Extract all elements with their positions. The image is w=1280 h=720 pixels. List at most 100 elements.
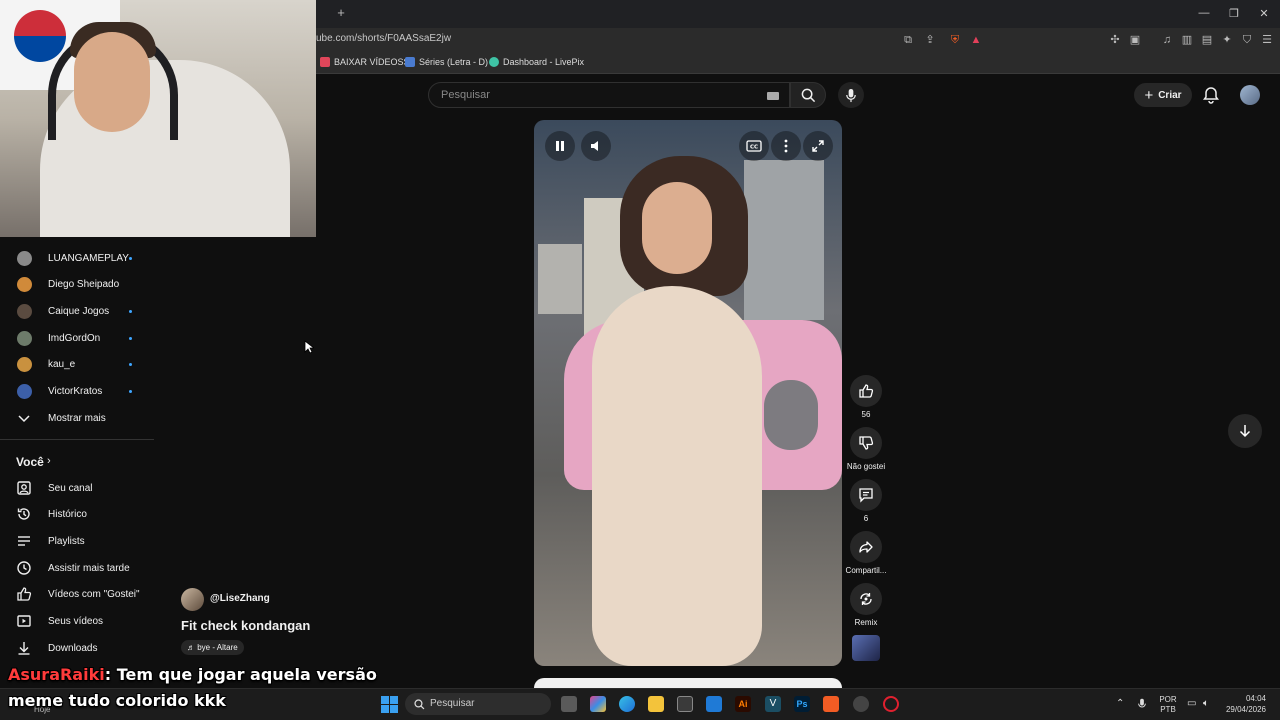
url-text[interactable]: ube.com/shorts/F0AASsaE2jw — [316, 33, 451, 44]
sidebar-item-diego-sheipado[interactable]: Diego Sheipado — [0, 271, 154, 297]
like-button[interactable] — [850, 375, 882, 407]
chevron-up-icon[interactable]: ⌃ — [1116, 698, 1124, 709]
sidebar-item-kau-e[interactable]: kau_e — [0, 351, 154, 377]
tab-search-icon[interactable]: ▣ — [1128, 33, 1142, 47]
brave-rewards-icon[interactable]: ▲ — [969, 33, 983, 47]
media-icon[interactable]: ♫ — [1160, 33, 1174, 47]
keyboard-layout-indicator[interactable]: PTB — [1157, 705, 1179, 714]
sound-thumbnail[interactable] — [852, 635, 880, 661]
channel-avatar — [17, 276, 32, 292]
close-window-button[interactable]: ✕ — [1257, 7, 1271, 20]
chevron-right-icon[interactable]: › — [47, 455, 51, 467]
maximize-button[interactable]: ❐ — [1227, 7, 1241, 20]
channel-avatar[interactable] — [181, 588, 204, 611]
show-more-button[interactable]: Mostrar mais — [0, 405, 154, 431]
network-icon[interactable]: ▭ — [1187, 698, 1196, 709]
task-view-icon[interactable] — [561, 696, 577, 712]
sidebar-item-playlists[interactable]: Playlists — [0, 528, 154, 554]
share-page-icon[interactable]: ⇪ — [923, 33, 937, 47]
expand-icon — [812, 140, 824, 152]
chevron-down-icon — [18, 415, 30, 423]
search-icon — [801, 88, 815, 102]
sidebar-item-your-videos[interactable]: Seus vídeos — [0, 608, 154, 634]
sidebar-item-luangameplay[interactable]: LUANGAMEPLAY — [0, 245, 154, 271]
comments-button[interactable] — [850, 479, 882, 511]
language-indicator[interactable]: POR — [1157, 695, 1179, 704]
sidebar-item-liked-videos[interactable]: Vídeos com "Gostei" — [0, 581, 154, 607]
sidebar-item-your-channel[interactable]: Seu canal — [0, 475, 154, 501]
new-tab-button[interactable]: + — [334, 6, 348, 20]
channel-name[interactable]: @LiseZhang — [210, 593, 270, 604]
volume-button[interactable] — [581, 131, 611, 161]
captions-icon: CC — [746, 140, 762, 152]
download-icon — [18, 642, 30, 655]
sidebar-item-history[interactable]: Histórico — [0, 501, 154, 527]
short-video-player[interactable]: CC — [534, 120, 842, 666]
notifications-icon[interactable] — [1202, 86, 1220, 104]
channel-icon — [17, 481, 31, 495]
channel-avatar — [17, 383, 32, 399]
history-icon — [17, 508, 30, 520]
minimize-button[interactable]: — — [1197, 7, 1211, 19]
search-input[interactable]: Pesquisar — [428, 82, 790, 108]
file-explorer-icon[interactable] — [648, 696, 664, 712]
menu-icon[interactable]: ☰ — [1260, 33, 1274, 47]
sidebar-item-caique-jogos[interactable]: Caique Jogos — [0, 298, 154, 324]
illustrator-icon[interactable]: Ai — [735, 696, 751, 712]
clock-date[interactable]: 29/04/2026 — [1220, 705, 1266, 714]
vpn-icon[interactable]: ⛉ — [1240, 33, 1254, 47]
brave-shield-icon[interactable]: ⛨ — [948, 33, 962, 47]
fullscreen-button[interactable] — [803, 131, 833, 161]
person-face — [642, 182, 712, 274]
remix-button[interactable] — [850, 583, 882, 615]
webcam-overlay — [0, 0, 316, 237]
volume-icon[interactable]: 🔈︎ — [1203, 698, 1209, 709]
clock-time[interactable]: 04:04 — [1220, 694, 1266, 703]
brave-icon[interactable] — [823, 696, 839, 712]
share-icon — [859, 541, 873, 553]
wallet-icon[interactable]: ▤ — [1200, 33, 1214, 47]
more-options-button[interactable] — [771, 131, 801, 161]
sidebar-item-watch-later[interactable]: Assistir mais tarde — [0, 555, 154, 581]
opera-gx-icon[interactable] — [883, 696, 899, 712]
watch-later-icon — [17, 561, 31, 575]
streamer-face — [74, 32, 150, 132]
mail-icon[interactable] — [706, 696, 722, 712]
sidebar-toggle-icon[interactable]: ▥ — [1180, 33, 1194, 47]
bookmark-baixar-videos[interactable]: BAIXAR VÍDEOSS — [320, 57, 410, 67]
sidebar-item-downloads[interactable]: Downloads — [0, 635, 154, 661]
copilot-icon[interactable] — [590, 696, 606, 712]
new-content-dot — [129, 336, 132, 340]
pause-icon — [556, 141, 564, 151]
taskbar-search[interactable] — [405, 693, 551, 715]
leo-ai-icon[interactable]: ✦ — [1220, 33, 1234, 47]
sidebar-item-victorkratos[interactable]: VictorKratos — [0, 378, 154, 404]
bookmark-icon — [489, 57, 499, 67]
sidebar-item-imdgordon[interactable]: ImdGordOn — [0, 325, 154, 351]
dislike-button[interactable] — [850, 427, 882, 459]
obs-icon[interactable] — [853, 696, 869, 712]
create-button[interactable]: + Criar — [1134, 83, 1192, 107]
windows-start-icon[interactable] — [381, 696, 398, 713]
keyboard-icon[interactable] — [767, 92, 779, 100]
sound-link[interactable]: ♬ bye - Altare — [181, 640, 244, 655]
mic-icon[interactable] — [1137, 698, 1147, 710]
edge-icon[interactable] — [619, 696, 635, 712]
store-icon[interactable] — [677, 696, 693, 712]
extensions-icon[interactable]: ✣ — [1108, 33, 1122, 47]
account-avatar[interactable] — [1240, 85, 1260, 105]
your-videos-icon — [17, 615, 31, 627]
you-section-title[interactable]: Você — [16, 455, 44, 469]
photoshop-icon[interactable]: Ps — [794, 696, 810, 712]
voice-search-button[interactable] — [838, 82, 864, 108]
bookmark-icon — [405, 57, 415, 67]
bookmark-dashboard-livepix[interactable]: Dashboard - LivePix — [489, 57, 584, 67]
vegas-icon[interactable]: V — [765, 696, 781, 712]
open-external-icon[interactable]: ⧉ — [901, 33, 915, 47]
share-button[interactable] — [850, 531, 882, 563]
bookmark-series[interactable]: Séries (Letra - D) — [405, 57, 488, 67]
search-button[interactable] — [790, 82, 826, 108]
next-short-button[interactable] — [1228, 414, 1262, 448]
captions-button[interactable]: CC — [739, 131, 769, 161]
pause-button[interactable] — [545, 131, 575, 161]
